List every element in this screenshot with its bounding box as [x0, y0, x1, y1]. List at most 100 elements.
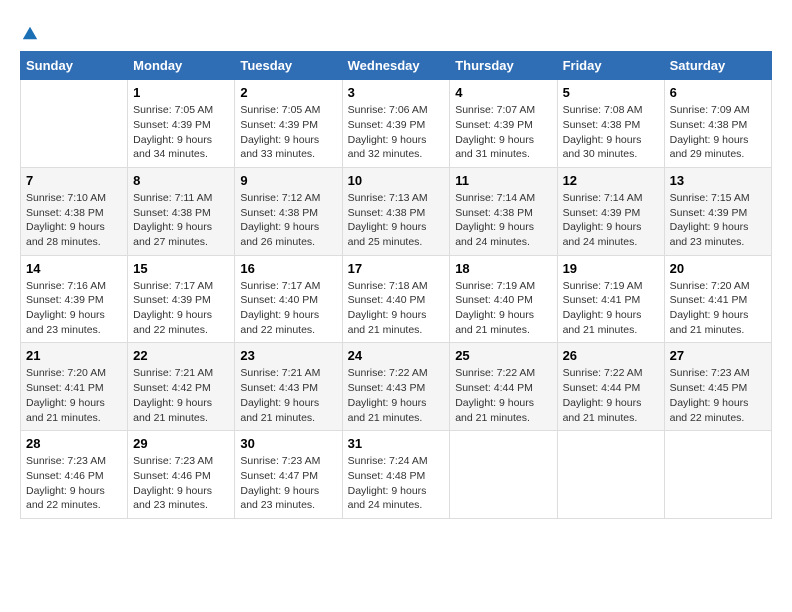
day-number: 4 — [455, 85, 551, 100]
day-info: Sunrise: 7:17 AM Sunset: 4:40 PM Dayligh… — [240, 279, 336, 338]
day-number: 28 — [26, 436, 122, 451]
column-header-saturday: Saturday — [664, 52, 771, 80]
calendar-cell — [21, 80, 128, 168]
day-number: 17 — [348, 261, 445, 276]
day-number: 24 — [348, 348, 445, 363]
day-info: Sunrise: 7:23 AM Sunset: 4:46 PM Dayligh… — [26, 454, 122, 513]
calendar-cell: 6 Sunrise: 7:09 AM Sunset: 4:38 PM Daylig… — [664, 80, 771, 168]
calendar-cell: 1 Sunrise: 7:05 AM Sunset: 4:39 PM Daylig… — [128, 80, 235, 168]
day-info: Sunrise: 7:20 AM Sunset: 4:41 PM Dayligh… — [26, 366, 122, 425]
day-info: Sunrise: 7:21 AM Sunset: 4:43 PM Dayligh… — [240, 366, 336, 425]
day-info: Sunrise: 7:07 AM Sunset: 4:39 PM Dayligh… — [455, 103, 551, 162]
page-header — [20, 20, 772, 41]
day-info: Sunrise: 7:13 AM Sunset: 4:38 PM Dayligh… — [348, 191, 445, 250]
calendar-body: 1 Sunrise: 7:05 AM Sunset: 4:39 PM Daylig… — [21, 80, 772, 519]
day-number: 26 — [563, 348, 659, 363]
calendar-cell: 2 Sunrise: 7:05 AM Sunset: 4:39 PM Daylig… — [235, 80, 342, 168]
day-number: 15 — [133, 261, 229, 276]
day-info: Sunrise: 7:14 AM Sunset: 4:39 PM Dayligh… — [563, 191, 659, 250]
column-header-monday: Monday — [128, 52, 235, 80]
day-info: Sunrise: 7:16 AM Sunset: 4:39 PM Dayligh… — [26, 279, 122, 338]
calendar-cell: 15Sunrise: 7:17 AM Sunset: 4:39 PM Dayli… — [128, 255, 235, 343]
day-info: Sunrise: 7:09 AM Sunset: 4:38 PM Dayligh… — [670, 103, 766, 162]
day-info: Sunrise: 7:15 AM Sunset: 4:39 PM Dayligh… — [670, 191, 766, 250]
column-header-friday: Friday — [557, 52, 664, 80]
calendar-cell: 29Sunrise: 7:23 AM Sunset: 4:46 PM Dayli… — [128, 431, 235, 519]
calendar-cell: 24 Sunrise: 7:22 AM Sunset: 4:43 PM Dayli… — [342, 343, 450, 431]
week-row-1: 1 Sunrise: 7:05 AM Sunset: 4:39 PM Daylig… — [21, 80, 772, 168]
day-number: 11 — [455, 173, 551, 188]
calendar-cell: 11Sunrise: 7:14 AM Sunset: 4:38 PM Dayli… — [450, 167, 557, 255]
calendar-cell: 12 Sunrise: 7:14 AM Sunset: 4:39 PM Dayli… — [557, 167, 664, 255]
column-header-sunday: Sunday — [21, 52, 128, 80]
calendar-cell: 10Sunrise: 7:13 AM Sunset: 4:38 PM Dayli… — [342, 167, 450, 255]
calendar-cell: 13Sunrise: 7:15 AM Sunset: 4:39 PM Dayli… — [664, 167, 771, 255]
calendar-cell: 21 Sunrise: 7:20 AM Sunset: 4:41 PM Dayli… — [21, 343, 128, 431]
calendar-cell: 23 Sunrise: 7:21 AM Sunset: 4:43 PM Dayli… — [235, 343, 342, 431]
day-info: Sunrise: 7:18 AM Sunset: 4:40 PM Dayligh… — [348, 279, 445, 338]
day-info: Sunrise: 7:10 AM Sunset: 4:38 PM Dayligh… — [26, 191, 122, 250]
week-row-4: 21 Sunrise: 7:20 AM Sunset: 4:41 PM Dayli… — [21, 343, 772, 431]
week-row-2: 7 Sunrise: 7:10 AM Sunset: 4:38 PM Daylig… — [21, 167, 772, 255]
day-number: 12 — [563, 173, 659, 188]
day-info: Sunrise: 7:24 AM Sunset: 4:48 PM Dayligh… — [348, 454, 445, 513]
calendar-cell: 22 Sunrise: 7:21 AM Sunset: 4:42 PM Dayli… — [128, 343, 235, 431]
day-number: 18 — [455, 261, 551, 276]
day-number: 19 — [563, 261, 659, 276]
calendar-cell: 20Sunrise: 7:20 AM Sunset: 4:41 PM Dayli… — [664, 255, 771, 343]
calendar-cell: 5Sunrise: 7:08 AM Sunset: 4:38 PM Daylig… — [557, 80, 664, 168]
day-number: 9 — [240, 173, 336, 188]
day-number: 22 — [133, 348, 229, 363]
calendar-table: SundayMondayTuesdayWednesdayThursdayFrid… — [20, 51, 772, 519]
day-info: Sunrise: 7:23 AM Sunset: 4:45 PM Dayligh… — [670, 366, 766, 425]
column-header-tuesday: Tuesday — [235, 52, 342, 80]
calendar-cell: 25Sunrise: 7:22 AM Sunset: 4:44 PM Dayli… — [450, 343, 557, 431]
calendar-cell: 7 Sunrise: 7:10 AM Sunset: 4:38 PM Daylig… — [21, 167, 128, 255]
day-number: 6 — [670, 85, 766, 100]
calendar-cell: 19 Sunrise: 7:19 AM Sunset: 4:41 PM Dayli… — [557, 255, 664, 343]
day-number: 27 — [670, 348, 766, 363]
day-number: 2 — [240, 85, 336, 100]
logo — [20, 20, 40, 41]
calendar-cell: 30 Sunrise: 7:23 AM Sunset: 4:47 PM Dayli… — [235, 431, 342, 519]
day-info: Sunrise: 7:05 AM Sunset: 4:39 PM Dayligh… — [240, 103, 336, 162]
day-number: 23 — [240, 348, 336, 363]
calendar-cell: 18 Sunrise: 7:19 AM Sunset: 4:40 PM Dayli… — [450, 255, 557, 343]
day-info: Sunrise: 7:19 AM Sunset: 4:40 PM Dayligh… — [455, 279, 551, 338]
day-info: Sunrise: 7:08 AM Sunset: 4:38 PM Dayligh… — [563, 103, 659, 162]
day-info: Sunrise: 7:22 AM Sunset: 4:43 PM Dayligh… — [348, 366, 445, 425]
day-info: Sunrise: 7:23 AM Sunset: 4:46 PM Dayligh… — [133, 454, 229, 513]
column-header-thursday: Thursday — [450, 52, 557, 80]
day-number: 31 — [348, 436, 445, 451]
day-info: Sunrise: 7:23 AM Sunset: 4:47 PM Dayligh… — [240, 454, 336, 513]
calendar-cell: 28 Sunrise: 7:23 AM Sunset: 4:46 PM Dayli… — [21, 431, 128, 519]
column-header-wednesday: Wednesday — [342, 52, 450, 80]
calendar-cell: 3 Sunrise: 7:06 AM Sunset: 4:39 PM Daylig… — [342, 80, 450, 168]
day-number: 7 — [26, 173, 122, 188]
day-info: Sunrise: 7:22 AM Sunset: 4:44 PM Dayligh… — [563, 366, 659, 425]
day-info: Sunrise: 7:19 AM Sunset: 4:41 PM Dayligh… — [563, 279, 659, 338]
column-headers: SundayMondayTuesdayWednesdayThursdayFrid… — [21, 52, 772, 80]
day-info: Sunrise: 7:05 AM Sunset: 4:39 PM Dayligh… — [133, 103, 229, 162]
day-number: 16 — [240, 261, 336, 276]
calendar-cell — [450, 431, 557, 519]
calendar-cell: 8Sunrise: 7:11 AM Sunset: 4:38 PM Daylig… — [128, 167, 235, 255]
calendar-cell: 17 Sunrise: 7:18 AM Sunset: 4:40 PM Dayli… — [342, 255, 450, 343]
day-number: 1 — [133, 85, 229, 100]
day-info: Sunrise: 7:12 AM Sunset: 4:38 PM Dayligh… — [240, 191, 336, 250]
calendar-cell: 26 Sunrise: 7:22 AM Sunset: 4:44 PM Dayli… — [557, 343, 664, 431]
week-row-3: 14 Sunrise: 7:16 AM Sunset: 4:39 PM Dayli… — [21, 255, 772, 343]
day-number: 14 — [26, 261, 122, 276]
day-number: 30 — [240, 436, 336, 451]
calendar-cell: 31 Sunrise: 7:24 AM Sunset: 4:48 PM Dayli… — [342, 431, 450, 519]
day-info: Sunrise: 7:06 AM Sunset: 4:39 PM Dayligh… — [348, 103, 445, 162]
day-number: 21 — [26, 348, 122, 363]
day-info: Sunrise: 7:11 AM Sunset: 4:38 PM Dayligh… — [133, 191, 229, 250]
day-info: Sunrise: 7:22 AM Sunset: 4:44 PM Dayligh… — [455, 366, 551, 425]
calendar-cell — [557, 431, 664, 519]
calendar-cell: 27 Sunrise: 7:23 AM Sunset: 4:45 PM Dayli… — [664, 343, 771, 431]
day-number: 3 — [348, 85, 445, 100]
calendar-cell: 9 Sunrise: 7:12 AM Sunset: 4:38 PM Daylig… — [235, 167, 342, 255]
day-info: Sunrise: 7:21 AM Sunset: 4:42 PM Dayligh… — [133, 366, 229, 425]
logo-text — [20, 20, 40, 44]
